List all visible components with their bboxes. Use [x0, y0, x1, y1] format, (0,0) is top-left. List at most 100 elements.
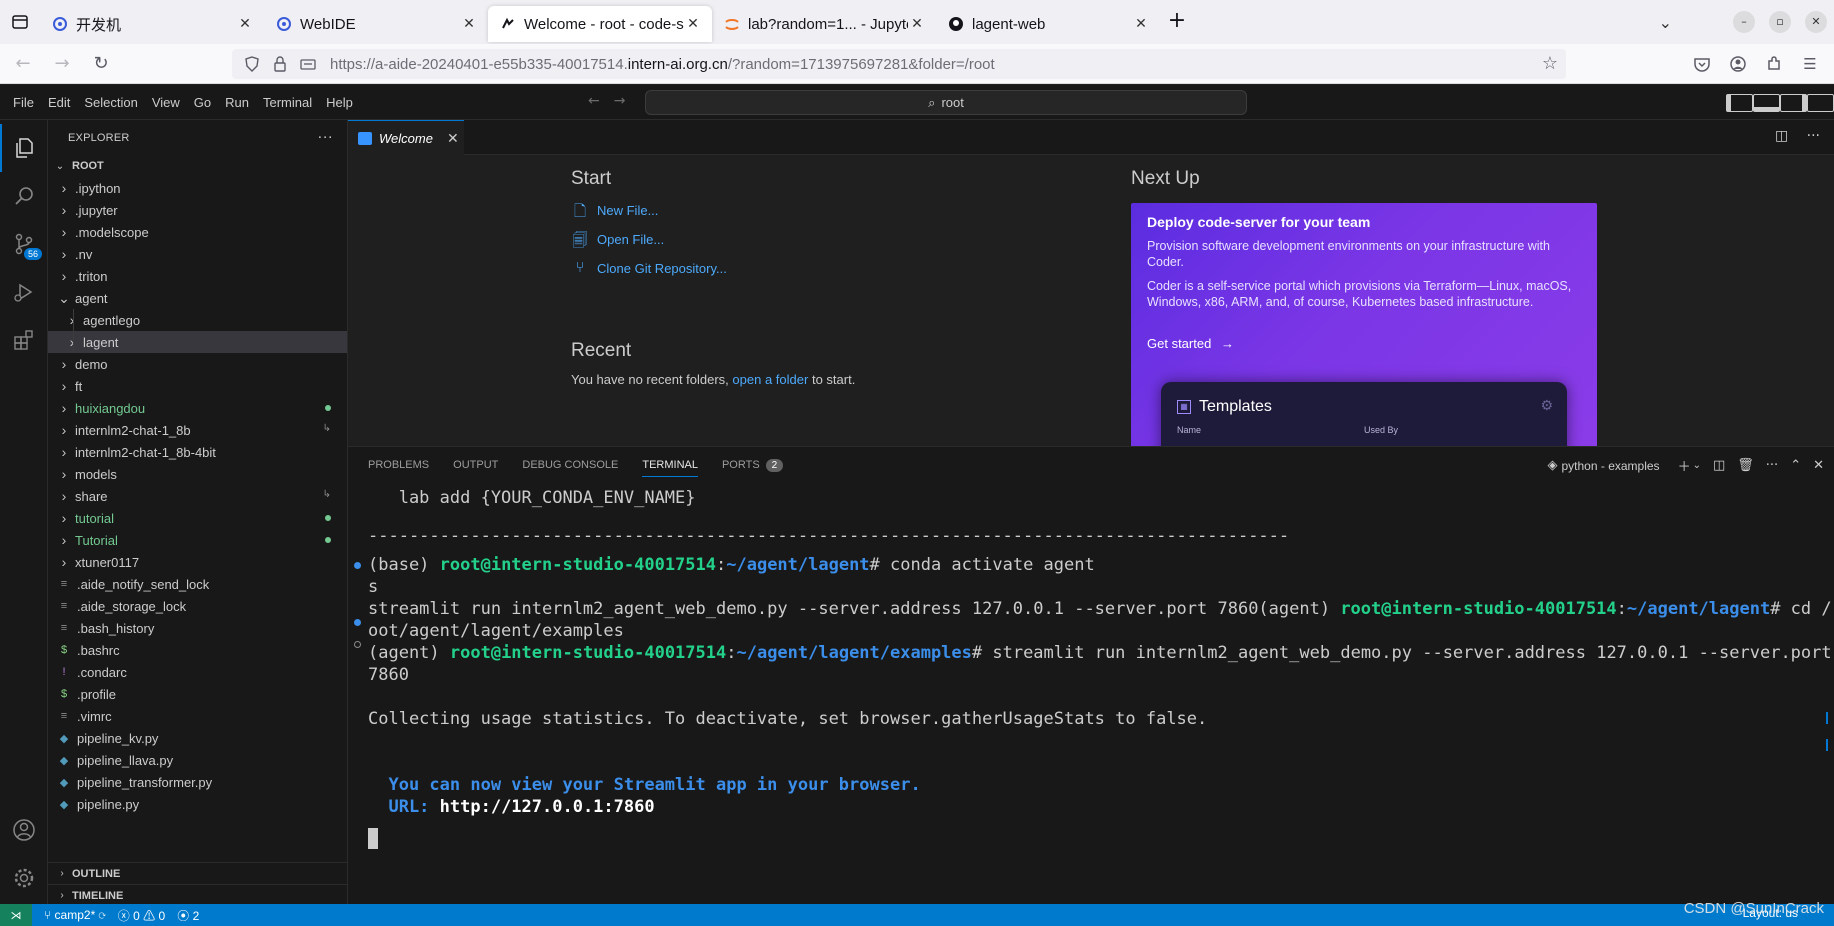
- account-icon[interactable]: [1720, 48, 1756, 80]
- tree-item[interactable]: › .jupyter: [48, 199, 347, 221]
- menu-run[interactable]: Run: [218, 95, 256, 110]
- tree-item[interactable]: › xtuner0117: [48, 551, 347, 573]
- tab-ports[interactable]: PORTS 2: [722, 447, 784, 483]
- browser-tab-webide[interactable]: WebIDE ✕: [264, 6, 488, 42]
- pocket-icon[interactable]: [1684, 48, 1720, 80]
- extensions-icon[interactable]: [0, 316, 48, 364]
- more-actions-icon[interactable]: ···: [317, 128, 333, 145]
- tree-item[interactable]: › share ↳: [48, 485, 347, 507]
- permissions-icon[interactable]: [294, 57, 322, 71]
- shield-icon[interactable]: [238, 56, 266, 72]
- tree-item[interactable]: › demo: [48, 353, 347, 375]
- tab-problems[interactable]: PROBLEMS: [368, 447, 429, 483]
- tree-item[interactable]: ≡ .aide_notify_send_lock: [48, 573, 347, 595]
- toggle-panel-icon[interactable]: [1753, 94, 1780, 112]
- outline-section[interactable]: › OUTLINE: [48, 862, 347, 884]
- more-actions-icon[interactable]: ···: [1807, 128, 1820, 144]
- tree-item[interactable]: ≡ .bash_history: [48, 617, 347, 639]
- tab-output[interactable]: OUTPUT: [453, 447, 498, 483]
- tree-item[interactable]: › internlm2-chat-1_8b ↳: [48, 419, 347, 441]
- tree-item[interactable]: › .modelscope: [48, 221, 347, 243]
- tree-item[interactable]: › Tutorial: [48, 529, 347, 551]
- browser-tab-kaifaji[interactable]: 开发机 ✕: [40, 6, 264, 42]
- close-editor-icon[interactable]: ✕: [447, 130, 459, 147]
- maximize-panel-icon[interactable]: ⌃: [1790, 458, 1801, 473]
- toggle-secondary-sidebar-icon[interactable]: [1780, 94, 1807, 112]
- remote-indicator-icon[interactable]: ⋊: [0, 904, 32, 926]
- editor-tab-welcome[interactable]: Welcome ✕: [348, 120, 464, 155]
- tree-item[interactable]: ◆ pipeline_kv.py: [48, 727, 347, 749]
- url-bar[interactable]: https://a-aide-20240401-e55b335-40017514…: [232, 49, 1566, 79]
- command-running-decoration[interactable]: [354, 641, 361, 648]
- forward-arrow-icon[interactable]: →: [46, 48, 78, 80]
- tree-item[interactable]: ≡ .aide_storage_lock: [48, 595, 347, 617]
- tab-overview-icon[interactable]: [0, 0, 40, 44]
- split-editor-icon[interactable]: ◫: [1775, 128, 1788, 144]
- tree-item[interactable]: › lagent: [48, 331, 347, 353]
- tab-debug-console[interactable]: DEBUG CONSOLE: [522, 447, 618, 483]
- toggle-primary-sidebar-icon[interactable]: [1726, 94, 1753, 112]
- source-control-icon[interactable]: 56: [0, 220, 48, 268]
- tree-item[interactable]: ! .condarc: [48, 661, 347, 683]
- menu-terminal[interactable]: Terminal: [256, 95, 319, 110]
- close-tab-icon[interactable]: ✕: [460, 16, 478, 32]
- tree-item[interactable]: ◆ pipeline.py: [48, 793, 347, 815]
- lock-icon[interactable]: [266, 56, 294, 72]
- tree-item[interactable]: › agentlego: [48, 309, 347, 331]
- restore-icon[interactable]: ▫: [1769, 11, 1791, 33]
- accounts-icon[interactable]: [0, 806, 48, 854]
- app-menu-icon[interactable]: ☰: [1792, 48, 1828, 80]
- tree-item[interactable]: $ .bashrc: [48, 639, 347, 661]
- terminal-name[interactable]: python - examples: [1562, 459, 1660, 473]
- menu-edit[interactable]: Edit: [41, 95, 77, 110]
- new-terminal-icon[interactable]: ＋: [1678, 456, 1691, 475]
- go-forward-icon[interactable]: →: [614, 93, 626, 109]
- new-tab-button[interactable]: +: [1160, 5, 1194, 39]
- coder-promo-card[interactable]: Deploy code-server for your team Provisi…: [1131, 203, 1597, 446]
- tree-item[interactable]: ≡ .vimrc: [48, 705, 347, 727]
- customize-layout-icon[interactable]: [1807, 94, 1834, 112]
- reload-icon[interactable]: ↻: [85, 48, 117, 80]
- tree-item[interactable]: › .nv: [48, 243, 347, 265]
- tree-item[interactable]: ◆ pipeline_transformer.py: [48, 771, 347, 793]
- close-window-icon[interactable]: ✕: [1805, 11, 1827, 33]
- go-back-icon[interactable]: ←: [588, 93, 600, 109]
- manage-gear-icon[interactable]: [0, 854, 48, 902]
- new-file-link[interactable]: 🗋 New File...: [571, 201, 658, 221]
- close-tab-icon[interactable]: ✕: [236, 16, 254, 32]
- explorer-icon[interactable]: [0, 124, 48, 172]
- browser-tab-code-server[interactable]: Welcome - root - code-se ✕: [488, 6, 712, 42]
- tree-item[interactable]: › ft: [48, 375, 347, 397]
- tree-item[interactable]: › .triton: [48, 265, 347, 287]
- back-arrow-icon[interactable]: ←: [7, 48, 39, 80]
- menu-view[interactable]: View: [145, 95, 187, 110]
- close-tab-icon[interactable]: ✕: [1132, 16, 1150, 32]
- open-file-link[interactable]: 🗐 Open File...: [571, 230, 665, 250]
- more-actions-icon[interactable]: ···: [1766, 458, 1778, 473]
- minimize-icon[interactable]: –: [1733, 11, 1755, 33]
- browser-tab-lagent-web[interactable]: lagent-web ✕: [936, 6, 1160, 42]
- tree-item[interactable]: › tutorial: [48, 507, 347, 529]
- menu-selection[interactable]: Selection: [77, 95, 144, 110]
- tree-item[interactable]: ◆ pipeline_llava.py: [48, 749, 347, 771]
- tree-item[interactable]: ⌄ agent: [48, 287, 347, 309]
- tree-item[interactable]: › huixiangdou: [48, 397, 347, 419]
- tree-item[interactable]: › .ipython: [48, 177, 347, 199]
- close-tab-icon[interactable]: ✕: [684, 16, 702, 32]
- menu-file[interactable]: File: [6, 95, 41, 110]
- menu-help[interactable]: Help: [319, 95, 360, 110]
- get-started-link[interactable]: Get started →: [1147, 336, 1234, 351]
- close-tab-icon[interactable]: ✕: [908, 16, 926, 32]
- search-icon[interactable]: [0, 172, 48, 220]
- tree-item[interactable]: $ .profile: [48, 683, 347, 705]
- workspace-root[interactable]: ⌄ ROOT: [48, 155, 347, 177]
- tab-terminal[interactable]: TERMINAL: [642, 447, 698, 483]
- open-folder-link[interactable]: open a folder: [732, 372, 808, 387]
- menu-go[interactable]: Go: [187, 95, 218, 110]
- list-all-tabs-icon[interactable]: ⌄: [1659, 13, 1672, 32]
- command-success-decoration[interactable]: [354, 562, 361, 569]
- chevron-down-icon[interactable]: ⌄: [1693, 460, 1701, 471]
- tree-item[interactable]: › internlm2-chat-1_8b-4bit: [48, 441, 347, 463]
- clone-repo-link[interactable]: ⑂ Clone Git Repository...: [571, 259, 726, 277]
- git-branch-status[interactable]: ⑂ camp2* ⟳: [44, 908, 106, 922]
